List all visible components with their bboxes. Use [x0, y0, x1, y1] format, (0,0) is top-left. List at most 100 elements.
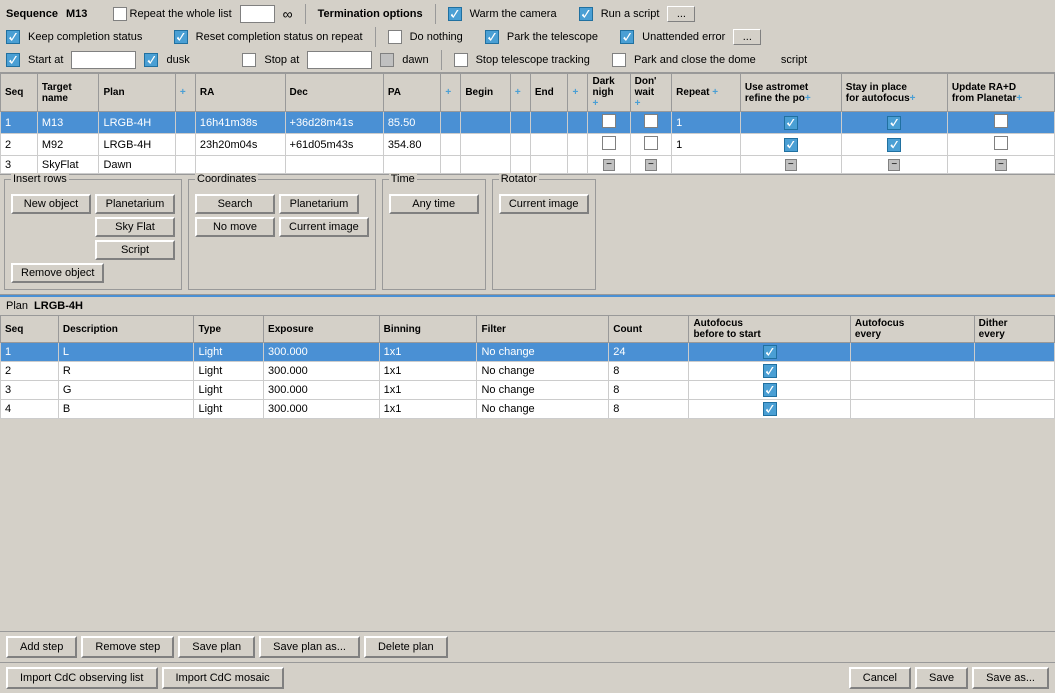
seq-table-row[interactable]: 3SkyFlatDawn−−−−− — [1, 156, 1055, 174]
rotator-current-image-btn[interactable]: Current image — [499, 194, 589, 214]
begin-add-col-header[interactable]: + — [510, 74, 530, 112]
run-script-label: Run a script — [601, 8, 660, 20]
search-btn[interactable]: Search — [195, 194, 275, 214]
seq-checkbox[interactable] — [784, 116, 798, 130]
dawn-checkbox[interactable] — [380, 53, 394, 67]
plan-table-row[interactable]: 4BLight300.0001x1No change8 — [1, 400, 1055, 419]
plan-exposure-header: Exposure — [264, 316, 380, 343]
stop-time-input[interactable]: 05:31:06 — [307, 51, 372, 69]
plan-checkbox[interactable] — [763, 364, 777, 378]
remove-step-btn[interactable]: Remove step — [81, 636, 174, 658]
remove-object-btn[interactable]: Remove object — [11, 263, 104, 283]
seq-checkbox[interactable] — [602, 136, 616, 150]
time-title: Time — [389, 173, 417, 185]
stop-at-checkbox[interactable] — [242, 53, 256, 67]
start-at-checkbox[interactable] — [6, 53, 20, 67]
seq-checkbox[interactable] — [644, 136, 658, 150]
save-plan-btn[interactable]: Save plan — [178, 636, 255, 658]
new-object-btn[interactable]: New object — [11, 194, 91, 214]
save-plan-as-btn[interactable]: Save plan as... — [259, 636, 360, 658]
plan-desc-header: Description — [58, 316, 194, 343]
plan-table-row[interactable]: 3GLight300.0001x1No change8 — [1, 381, 1055, 400]
warm-camera-checkbox[interactable] — [448, 7, 462, 21]
add-step-btn[interactable]: Add step — [6, 636, 77, 658]
no-move-btn[interactable]: No move — [195, 217, 275, 237]
reset-completion-label: Reset completion status on repeat — [196, 31, 363, 43]
repeat-value-input[interactable]: 1 — [240, 5, 275, 23]
pa-add-col-header[interactable]: + — [441, 74, 461, 112]
plan-checkbox[interactable] — [763, 402, 777, 416]
start-at-label: Start at — [28, 54, 63, 66]
plan-table-header-row: Seq Description Type Exposure Binning Fi… — [1, 316, 1055, 343]
seq-checkbox[interactable] — [887, 138, 901, 152]
plan-dither-header: Ditherevery — [974, 316, 1054, 343]
plan-table-row[interactable]: 1LLight300.0001x1No change24 — [1, 343, 1055, 362]
time-panel: Time Any time — [382, 179, 486, 290]
seq-checkbox[interactable] — [994, 136, 1008, 150]
coord-planetarium-btn[interactable]: Planetarium — [279, 194, 359, 214]
stop-tracking-label: Stop telescope tracking — [476, 54, 590, 66]
pa-col-header: PA — [383, 74, 441, 112]
unattended-error-checkbox[interactable] — [620, 30, 634, 44]
insert-planetarium-btn[interactable]: Planetarium — [95, 194, 175, 214]
coordinates-title: Coordinates — [195, 173, 258, 185]
close-dome-checkbox[interactable] — [612, 53, 626, 67]
stayplace-col-header: Stay in placefor autofocus+ — [841, 74, 947, 112]
seq-checkbox[interactable] — [644, 114, 658, 128]
do-nothing-label: Do nothing — [410, 31, 463, 43]
keep-completion-label: Keep completion status — [28, 31, 142, 43]
repeat-checkbox[interactable] — [113, 7, 127, 21]
begin-col-header: Begin — [461, 74, 511, 112]
astrometry-col-header: Use astrometrefine the po+ — [740, 74, 841, 112]
sky-flat-btn[interactable]: Sky Flat — [95, 217, 175, 237]
target-col-header: Targetname — [37, 74, 99, 112]
park-telescope-checkbox[interactable] — [485, 30, 499, 44]
script-btn[interactable]: Script — [95, 240, 175, 260]
run-script-dots-btn[interactable]: ... — [667, 6, 695, 22]
plan-type-header: Type — [194, 316, 264, 343]
cancel-btn[interactable]: Cancel — [849, 667, 911, 689]
stop-tracking-checkbox[interactable] — [454, 53, 468, 67]
delete-plan-btn[interactable]: Delete plan — [364, 636, 448, 658]
plan-count-header: Count — [609, 316, 689, 343]
plan-table-row[interactable]: 2RLight300.0001x1No change8 — [1, 362, 1055, 381]
save-as-btn[interactable]: Save as... — [972, 667, 1049, 689]
sequence-label: Sequence — [6, 8, 58, 20]
reset-completion-checkbox[interactable] — [174, 30, 188, 44]
seq-table-row[interactable]: 2M92LRGB-4H23h20m04s+61d05m43s354.801 — [1, 134, 1055, 156]
plan-checkbox[interactable] — [763, 345, 777, 359]
coord-current-image-btn[interactable]: Current image — [279, 217, 369, 237]
seq-table-header-row: Seq Targetname Plan + RA Dec PA + Begin … — [1, 74, 1055, 112]
plan-checkbox[interactable] — [763, 383, 777, 397]
close-dome-label: Park and close the dome — [634, 54, 756, 66]
dusk-checkbox[interactable] — [144, 53, 158, 67]
start-time-input[interactable]: 22:09:49 — [71, 51, 136, 69]
keep-completion-checkbox[interactable] — [6, 30, 20, 44]
any-time-btn[interactable]: Any time — [389, 194, 479, 214]
seq-checkbox[interactable] — [784, 138, 798, 152]
plan-header: Plan LRGB-4H — [0, 295, 1055, 315]
coordinates-panel: Coordinates Search Planetarium No move C… — [188, 179, 376, 290]
seq-table-row[interactable]: 1M13LRGB-4H16h41m38s+36d28m41s85.501 — [1, 112, 1055, 134]
plan-add-col-header[interactable]: + — [175, 74, 195, 112]
repeat-col-header: Repeat + — [672, 74, 741, 112]
script-label: script — [781, 54, 807, 66]
rotator-panel: Rotator Current image — [492, 179, 596, 290]
plan-autofocus-start-header: Autofocusbefore to start — [689, 316, 850, 343]
dawn-label: dawn — [402, 54, 428, 66]
unattended-error-dots-btn[interactable]: ... — [733, 29, 761, 45]
seq-checkbox[interactable] — [602, 114, 616, 128]
save-btn[interactable]: Save — [915, 667, 968, 689]
seq-checkbox[interactable] — [887, 116, 901, 130]
stop-at-label: Stop at — [264, 54, 299, 66]
import-cdc-btn[interactable]: Import CdC observing list — [6, 667, 158, 689]
insert-rows-panel: Insert rows New object Planetarium Sky F… — [4, 179, 182, 290]
updatera-col-header: Update RA+Dfrom Planetar+ — [947, 74, 1054, 112]
plan-binning-header: Binning — [379, 316, 477, 343]
termination-label: Termination options — [318, 8, 423, 20]
run-script-checkbox[interactable] — [579, 7, 593, 21]
end-add-col-header[interactable]: + — [568, 74, 588, 112]
seq-checkbox[interactable] — [994, 114, 1008, 128]
do-nothing-checkbox[interactable] — [388, 30, 402, 44]
import-mosaic-btn[interactable]: Import CdC mosaic — [162, 667, 284, 689]
